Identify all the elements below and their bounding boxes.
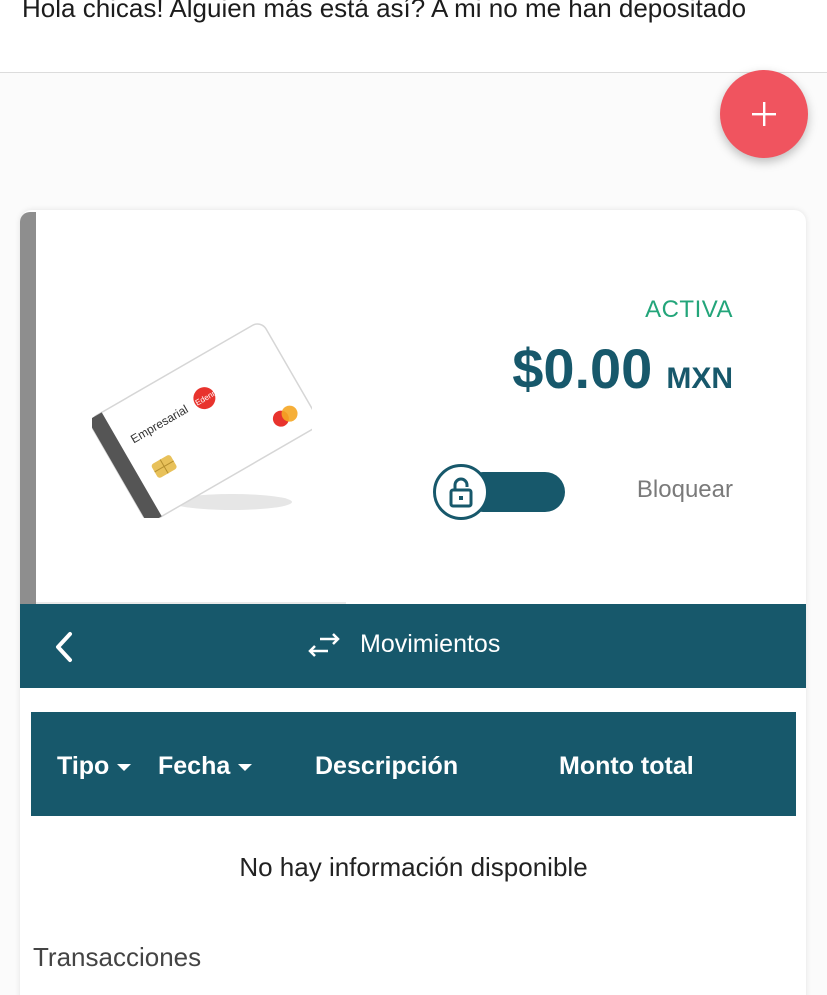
toggle-knob [433,464,489,520]
balance-currency: MXN [666,362,733,395]
lock-toggle[interactable] [433,464,565,520]
card-status: ACTIVA [645,296,733,323]
chevron-left-icon[interactable] [50,630,80,664]
movements-title-label: Movimientos [360,630,501,658]
section-label: Transacciones [33,942,202,972]
caret-down-icon [238,764,253,771]
balance-amount: $0.00 [512,337,653,400]
column-header-tipo[interactable]: Tipo [57,752,132,781]
column-header-monto: Monto total [559,752,694,781]
column-header-fecha[interactable]: Fecha [158,752,253,781]
lock-label: Bloquear [636,476,733,503]
balance: $0.00 MXN [512,336,733,401]
column-label: Monto total [559,752,694,780]
column-label: Tipo [57,752,110,780]
credit-card-image: Empresarial Edenred [92,323,312,518]
column-label: Fecha [158,752,231,780]
movements-title: Movimientos [306,630,500,659]
movements-bar: Movimientos [20,604,806,688]
column-label: Descripción [315,752,459,780]
lock-icon [449,477,473,508]
column-header-descripcion: Descripción [315,752,458,781]
swap-arrows-icon [308,632,340,657]
empty-state-message: No hay información disponible [239,852,588,882]
table-header: Tipo Fecha Descripción Monto total [31,712,796,816]
caret-down-icon [117,764,132,771]
plus-icon [752,102,776,126]
post-text: Hola chicas! Alguien más está así? A mi … [22,0,747,23]
card-accent-bar [20,212,36,606]
add-button[interactable] [720,70,808,158]
